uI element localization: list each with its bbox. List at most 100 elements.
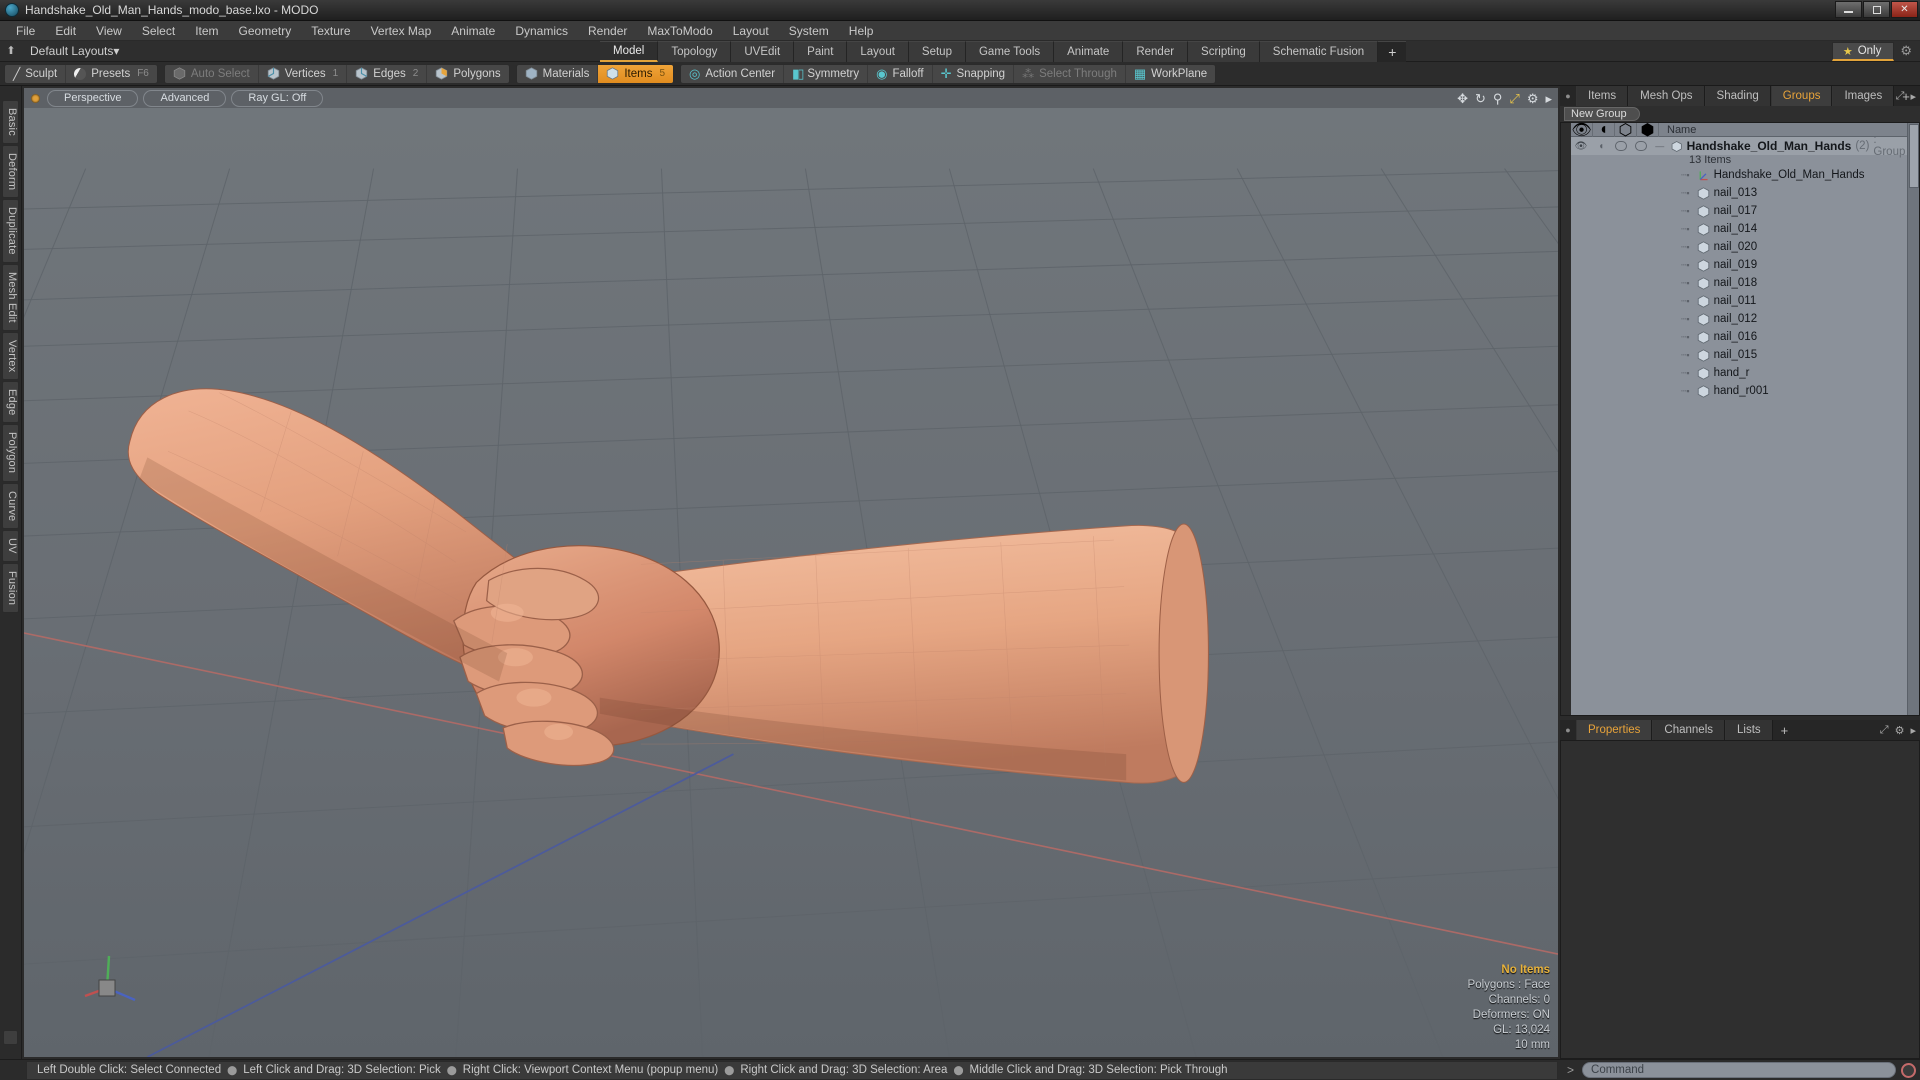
menu-geometry[interactable]: Geometry [229,21,302,41]
left-panel-toggle[interactable] [3,1030,18,1045]
menu-select[interactable]: Select [132,21,185,41]
tab-game-tools[interactable]: Game Tools [965,40,1055,62]
viewport-perspective-button[interactable]: Perspective [47,89,139,107]
gear-icon[interactable]: ⚙ [1900,43,1916,59]
tree-item-row[interactable]: ┄▪ hand_r001 [1571,382,1907,400]
chevron-right-icon[interactable]: ▸ [1545,92,1552,105]
left-tab-deform[interactable]: Deform [2,144,19,199]
tab-layout[interactable]: Layout [847,40,909,62]
left-tab-duplicate[interactable]: Duplicate [2,199,19,263]
gear-icon[interactable]: ⚙ [1527,92,1539,105]
gear-icon[interactable]: ⚙ [1895,724,1905,737]
tab-scripting[interactable]: Scripting [1188,40,1260,62]
tab-model[interactable]: Model [600,40,659,62]
sculpt-button[interactable]: ╱ Sculpt [5,64,67,83]
tab-render[interactable]: Render [1123,40,1189,62]
group-render-toggle[interactable]: ◖ [1591,137,1611,155]
tree-group-row[interactable]: 👁 ◖ — Handshake_Old_Man_Hands (2) : Grou… [1571,137,1907,158]
tree-item-row[interactable]: ┄▪ nail_018 [1571,274,1907,292]
left-tab-basic[interactable]: Basic [2,100,19,144]
vertices-button[interactable]: Vertices 1 [259,64,348,83]
tree-item-row[interactable]: ┄▪ nail_013 [1571,184,1907,202]
tab-items[interactable]: Items [1576,86,1629,106]
rotate-icon[interactable]: ↻ [1475,92,1486,105]
menu-layout[interactable]: Layout [723,21,779,41]
tab-lists[interactable]: Lists [1725,720,1773,740]
menu-maxtomodo[interactable]: MaxToModo [637,21,722,41]
viewport-shading-button[interactable]: Advanced [143,89,227,107]
fit-icon[interactable]: ⤢ [1509,92,1519,105]
minimize-button[interactable] [1835,1,1862,18]
tab-animate[interactable]: Animate [1054,40,1124,62]
select-through-button[interactable]: ⁂ Select Through [1014,64,1126,83]
menu-help[interactable]: Help [839,21,884,41]
tree-item-row[interactable]: ┄▪ nail_015 [1571,346,1907,364]
left-tab-polygon[interactable]: Polygon [2,424,19,482]
left-tab-vertex[interactable]: Vertex [2,331,19,380]
materials-button[interactable]: Materials [517,64,599,83]
menu-animate[interactable]: Animate [441,21,505,41]
presets-button[interactable]: Presets F6 [66,65,157,83]
menu-render[interactable]: Render [578,21,637,41]
tree-item-row[interactable]: ┄▪ hand_r [1571,364,1907,382]
viewport-active-dot[interactable] [31,93,40,103]
only-button[interactable]: ★ Only [1831,41,1895,61]
tab-paint[interactable]: Paint [794,40,848,62]
col-render-icon[interactable]: ◖ [1593,121,1615,138]
record-icon[interactable] [1901,1062,1916,1078]
tree-item-row[interactable]: ┄▪ nail_019 [1571,256,1907,274]
home-icon[interactable]: ⬆ [0,41,22,62]
tree-item-row[interactable]: ┄▪ nail_012 [1571,310,1907,328]
menu-view[interactable]: View [86,21,132,41]
zoom-icon[interactable]: ⚲ [1493,92,1503,105]
polygons-button[interactable]: Polygons [427,65,508,83]
group-lock-toggle[interactable] [1611,137,1631,155]
axis-gizmo[interactable] [79,942,149,1012]
symmetry-button[interactable]: ▮▯ Symmetry [784,64,869,83]
chevron-right-icon[interactable]: ▸ [1910,90,1916,103]
tree-item-row[interactable]: ┄▪ nail_011 [1571,292,1907,310]
tab-setup[interactable]: Setup [908,40,966,62]
tab-schematic-fusion[interactable]: Schematic Fusion [1259,40,1379,62]
tree-expand-toggle[interactable]: — [1655,141,1667,151]
menu-vertex-map[interactable]: Vertex Map [361,21,442,41]
group-visibility-toggle[interactable]: 👁 [1571,137,1591,155]
falloff-button[interactable]: ◉ Falloff [868,64,933,83]
default-layouts-dropdown[interactable]: Default Layouts▾ [22,44,127,58]
tab-channels[interactable]: Channels [1652,720,1726,740]
panel-menu-dot[interactable]: ● [1560,86,1576,106]
left-tab-curve[interactable]: Curve [2,482,19,529]
tab-shading[interactable]: Shading [1704,86,1771,106]
menu-edit[interactable]: Edit [45,21,86,41]
menu-file[interactable]: File [6,21,45,41]
viewport-raygl-button[interactable]: Ray GL: Off [231,89,324,107]
pan-icon[interactable]: ✥ [1457,92,1468,105]
left-tab-mesh-edit[interactable]: Mesh Edit [2,263,19,331]
left-tab-fusion[interactable]: Fusion [2,562,19,613]
add-properties-tab-button[interactable]: + [1772,720,1797,740]
tree-item-row[interactable]: ┄▪ nail_020 [1571,238,1907,256]
expand-icon[interactable]: ⤢ [1896,90,1905,103]
auto-select-button[interactable]: Auto Select [165,64,259,83]
add-tab-button[interactable]: + [1378,40,1407,62]
col-selectable-icon[interactable]: ⬢ [1637,122,1659,139]
left-tab-edge[interactable]: Edge [2,380,19,424]
col-visibility-eye-icon[interactable]: 👁 [1571,122,1593,139]
menu-item[interactable]: Item [185,21,228,41]
chevron-right-icon[interactable]: ▸ [1910,724,1916,737]
maximize-button[interactable] [1863,1,1890,18]
group-select-toggle[interactable] [1631,137,1651,155]
action-center-button[interactable]: ◎ Action Center [681,64,785,83]
menu-dynamics[interactable]: Dynamics [505,21,578,41]
snapping-button[interactable]: ✛ Snapping [933,64,1015,83]
workplane-button[interactable]: ▦ WorkPlane [1126,65,1215,83]
tree-item-row[interactable]: ┄▪ nail_017 [1571,202,1907,220]
close-button[interactable]: ✕ [1891,1,1918,18]
tree-item-row[interactable]: ┄▪ nail_016 [1571,328,1907,346]
tab-uvedit[interactable]: UVEdit [731,40,795,62]
items-button[interactable]: Items 5 [598,64,674,83]
properties-menu-dot[interactable]: ● [1560,720,1576,740]
left-tab-uv[interactable]: UV [2,529,19,562]
tab-images[interactable]: Images [1832,86,1895,106]
groups-tree[interactable]: 👁 ◖ ⬡ ⬢ Name 👁 ◖ — Handshake_Old_Man_Han… [1560,121,1920,716]
